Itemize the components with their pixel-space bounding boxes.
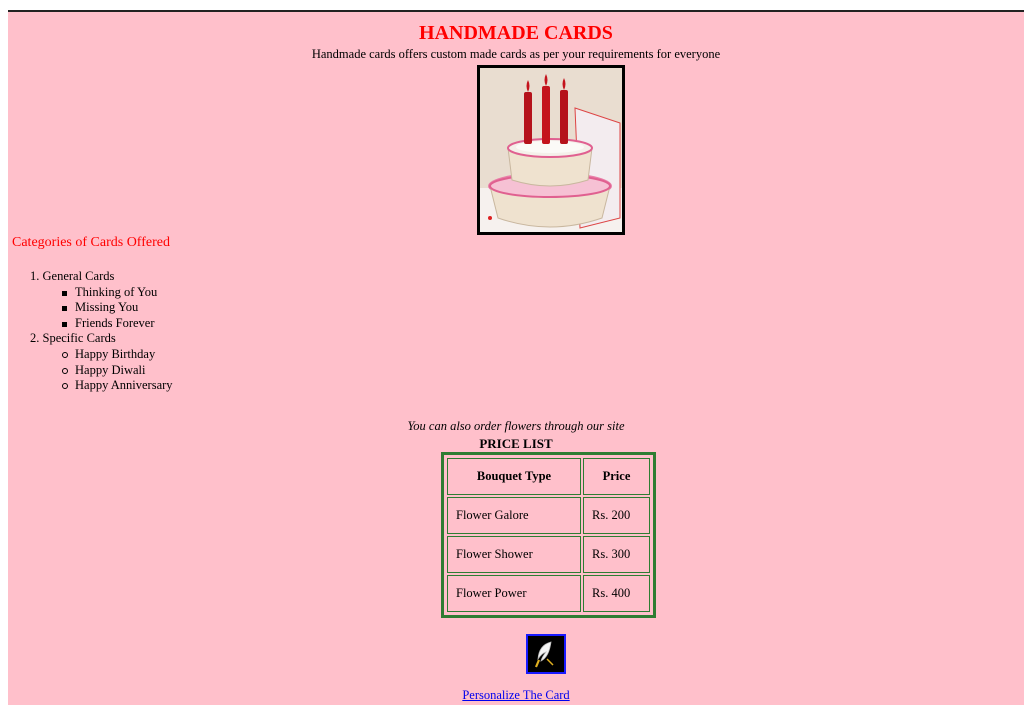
- category-label: 1. General Cards: [30, 269, 115, 283]
- price-cell: Rs. 200: [583, 497, 650, 534]
- quill-pen-icon: [534, 641, 554, 668]
- list-item: Thinking of You: [62, 285, 173, 301]
- page-subtitle: Handmade cards offers custom made cards …: [311, 47, 721, 61]
- bouquet-type-cell: Flower Shower: [447, 536, 581, 573]
- personalize-card-link[interactable]: Personalize The Card: [462, 688, 569, 702]
- category-specific: 2. Specific Cards Happy Birthday Happy D…: [30, 331, 173, 393]
- category-label: 2. Specific Cards: [30, 331, 116, 346]
- table-row: Flower Shower Rs. 300: [447, 536, 650, 573]
- square-bullet-icon: [62, 321, 67, 327]
- list-item: Happy Anniversary: [62, 378, 173, 394]
- price-table: Bouquet Type Price Flower Galore Rs. 200…: [441, 452, 656, 618]
- circle-bullet-icon: [62, 351, 68, 358]
- list-item: Happy Birthday: [62, 347, 173, 363]
- category-general: 1. General Cards Thinking of You Missing…: [30, 269, 173, 331]
- column-header: Price: [583, 458, 650, 495]
- bouquet-type-cell: Flower Power: [447, 575, 581, 612]
- cake-card-image: [477, 65, 625, 235]
- birthday-cake-picture: [480, 68, 622, 232]
- personalize-link-container: Personalize The Card: [8, 688, 1024, 703]
- square-bullet-icon: [62, 306, 67, 312]
- price-cell: Rs. 300: [583, 536, 650, 573]
- table-row: Flower Power Rs. 400: [447, 575, 650, 612]
- price-cell: Rs. 400: [583, 575, 650, 612]
- general-cards-list: Thinking of You Missing You Friends Fore…: [62, 285, 173, 332]
- list-item: Missing You: [62, 300, 173, 316]
- page-title: HANDMADE CARDS: [419, 22, 613, 44]
- list-item: Friends Forever: [62, 316, 173, 332]
- specific-cards-list: Happy Birthday Happy Diwali Happy Annive…: [62, 347, 173, 394]
- table-row: Flower Galore Rs. 200: [447, 497, 650, 534]
- categories-list: 1. General Cards Thinking of You Missing…: [30, 269, 173, 394]
- personalize-icon-link[interactable]: [526, 634, 566, 674]
- bouquet-type-cell: Flower Galore: [447, 497, 581, 534]
- categories-heading: Categories of Cards Offered: [12, 235, 170, 250]
- square-bullet-icon: [62, 290, 67, 296]
- page-body: HANDMADE CARDS Handmade cards offers cus…: [8, 12, 1024, 705]
- flowers-note: You can also order flowers through our s…: [407, 419, 625, 433]
- price-list-title: PRICE LIST: [479, 436, 553, 451]
- circle-bullet-icon: [62, 367, 68, 374]
- circle-bullet-icon: [62, 383, 68, 390]
- table-header-row: Bouquet Type Price: [447, 458, 650, 495]
- list-item: Happy Diwali: [62, 363, 173, 379]
- column-header: Bouquet Type: [447, 458, 581, 495]
